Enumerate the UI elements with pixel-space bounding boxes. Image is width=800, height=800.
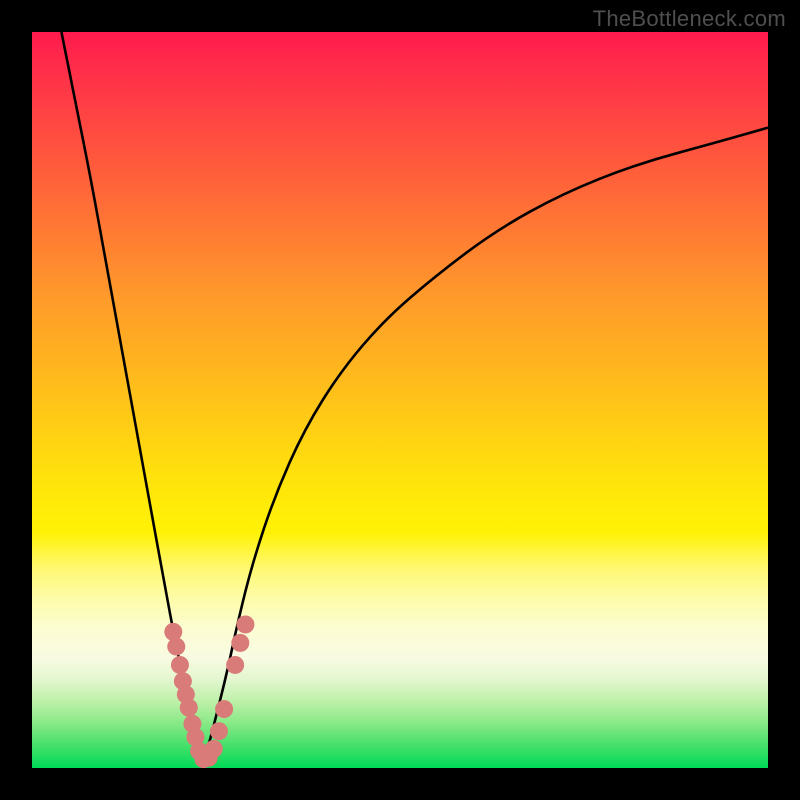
watermark-label: TheBottleneck.com: [593, 6, 786, 32]
curve-layer: [32, 32, 768, 768]
highlight-dot: [210, 722, 228, 740]
highlight-dot: [171, 656, 189, 674]
right-branch: [203, 128, 768, 761]
highlight-dot: [226, 656, 244, 674]
highlight-dot: [236, 615, 254, 633]
plot-area: [32, 32, 768, 768]
bottleneck-curve: [61, 32, 768, 761]
chart-frame: TheBottleneck.com: [0, 0, 800, 800]
highlight-dots: [164, 615, 254, 768]
highlight-dot: [180, 699, 198, 717]
highlight-dot: [215, 700, 233, 718]
highlight-dot: [205, 740, 223, 758]
highlight-dot: [231, 634, 249, 652]
highlight-dot: [167, 638, 185, 656]
